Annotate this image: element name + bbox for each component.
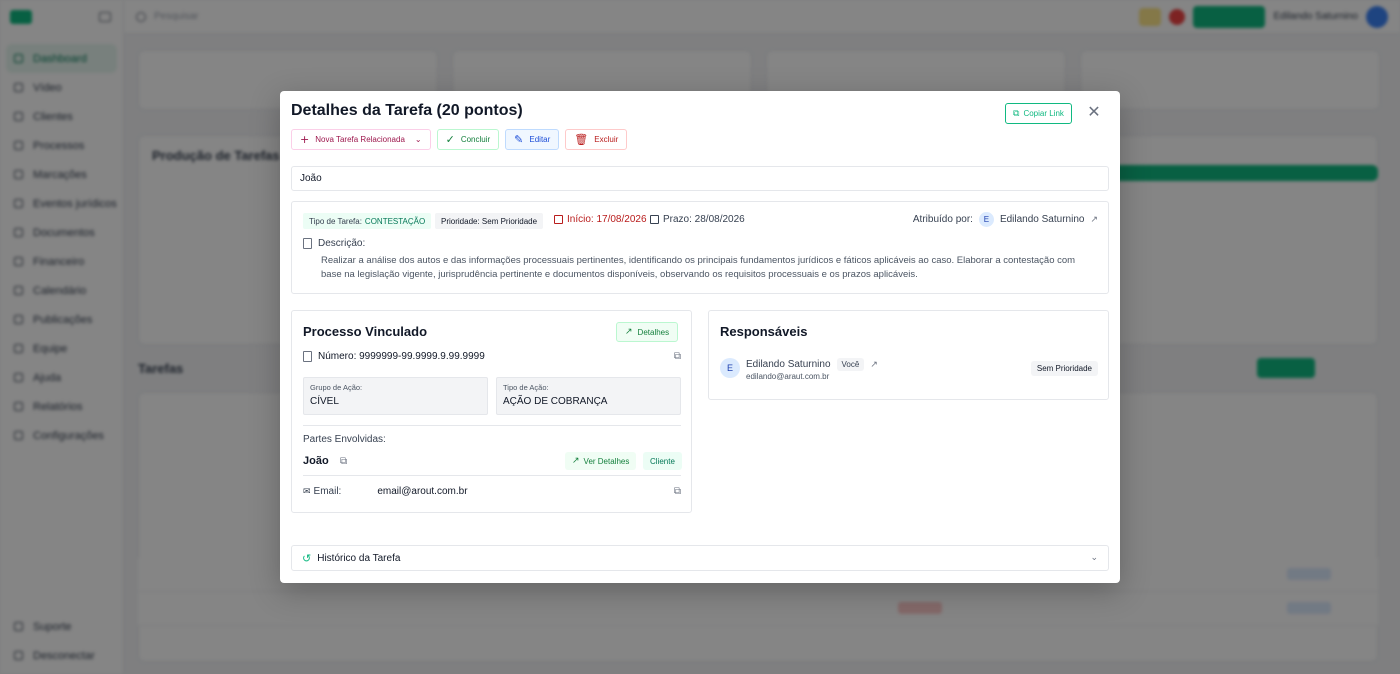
new-related-task-button[interactable]: + Nova Tarefa Relacionada ⌄ — [291, 129, 431, 150]
divider — [303, 425, 681, 426]
linked-process-card: Processo Vinculado ↗ Detalhes Número: 99… — [291, 310, 692, 513]
copy-icon[interactable]: ⧉ — [674, 486, 681, 497]
modal-title: Detalhes da Tarefa (20 pontos) — [291, 102, 523, 119]
task-history-accordion[interactable]: ↺ Histórico da Tarefa ⌄ — [291, 545, 1109, 571]
calendar-icon — [650, 215, 659, 224]
external-link-icon: ↗ — [625, 327, 633, 337]
clipboard-icon — [303, 351, 312, 362]
task-type-tag: Tipo de Tarefa: CONTESTAÇÃO — [303, 213, 432, 229]
check-circle-icon: ✓ — [445, 133, 455, 146]
external-link-icon: ↗ — [572, 456, 580, 466]
mail-icon: ✉ — [303, 486, 311, 497]
copy-icon[interactable]: ⧉ — [340, 456, 347, 467]
task-description: Realizar a análise dos autos e das infor… — [321, 255, 1076, 280]
edit-button[interactable]: ✎ Editar — [505, 129, 560, 150]
description-label: Descrição: — [303, 238, 365, 249]
priority-tag: Prioridade: Sem Prioridade — [435, 213, 544, 229]
assigned-by-name[interactable]: Edilando Saturnino — [1000, 214, 1085, 225]
task-actions: + Nova Tarefa Relacionada ⌄ ✓ Concluir ✎… — [291, 129, 628, 150]
responsibles-title: Responsáveis — [720, 324, 808, 339]
copy-icon[interactable]: ⧉ — [674, 351, 681, 362]
chevron-down-icon: ⌄ — [414, 135, 422, 144]
delete-button[interactable]: 🗑 Excluir — [565, 129, 628, 150]
process-number: Número: 9999999-99.9999.9.99.9999 ⧉ — [303, 351, 681, 362]
action-group-box: Grupo de Ação: CÍVEL — [303, 377, 488, 415]
assigned-by: Atribuído por: E Edilando Saturnino ↗ — [912, 212, 1098, 227]
party-email-row: ✉ Email: email@arout.com.br ⧉ — [303, 475, 681, 497]
you-badge: Você — [836, 358, 865, 371]
responsible-priority-badge: Sem Prioridade — [1030, 361, 1098, 376]
party-name: João — [303, 455, 329, 467]
copy-icon: ⧉ — [1013, 108, 1020, 119]
document-icon — [303, 238, 312, 249]
external-link-icon[interactable]: ↗ — [870, 360, 878, 370]
edit-icon: ✎ — [514, 133, 524, 146]
start-date: Início: 17/08/2026 — [554, 214, 647, 225]
party-role-badge: Cliente — [643, 452, 682, 470]
process-details-button[interactable]: ↗ Detalhes — [616, 322, 679, 342]
avatar: E — [720, 358, 740, 378]
avatar: E — [978, 212, 994, 227]
responsible-email: edilando@araut.com.br — [746, 372, 830, 381]
process-card-title: Processo Vinculado — [303, 324, 428, 339]
parties-label: Partes Envolvidas: — [303, 434, 386, 445]
close-icon[interactable]: ✕ — [1086, 104, 1102, 120]
copy-link-button[interactable]: ⧉ Copiar Link — [1005, 103, 1072, 124]
chevron-down-icon: ⌄ — [1090, 553, 1098, 563]
due-date: Prazo: 28/08/2026 — [650, 214, 745, 225]
responsibles-card: Responsáveis E Edilando Saturnino Você ↗… — [708, 310, 1109, 400]
calendar-icon — [554, 215, 563, 224]
task-details-modal: Detalhes da Tarefa (20 pontos) ⧉ Copiar … — [280, 91, 1120, 583]
history-icon: ↺ — [302, 551, 312, 565]
task-info-card: Tipo de Tarefa: CONTESTAÇÃO Prioridade: … — [291, 201, 1109, 294]
conclude-button[interactable]: ✓ Concluir — [436, 129, 500, 150]
external-link-icon[interactable]: ↗ — [1090, 215, 1098, 225]
plus-icon: + — [300, 133, 310, 146]
view-details-button[interactable]: ↗ Ver Detalhes — [565, 452, 637, 470]
client-name-field: João — [291, 166, 1109, 191]
action-type-box: Tipo de Ação: AÇÃO DE COBRANÇA — [496, 377, 681, 415]
responsible-name: Edilando Saturnino Você ↗ — [746, 358, 878, 371]
trash-icon: 🗑 — [574, 133, 589, 146]
